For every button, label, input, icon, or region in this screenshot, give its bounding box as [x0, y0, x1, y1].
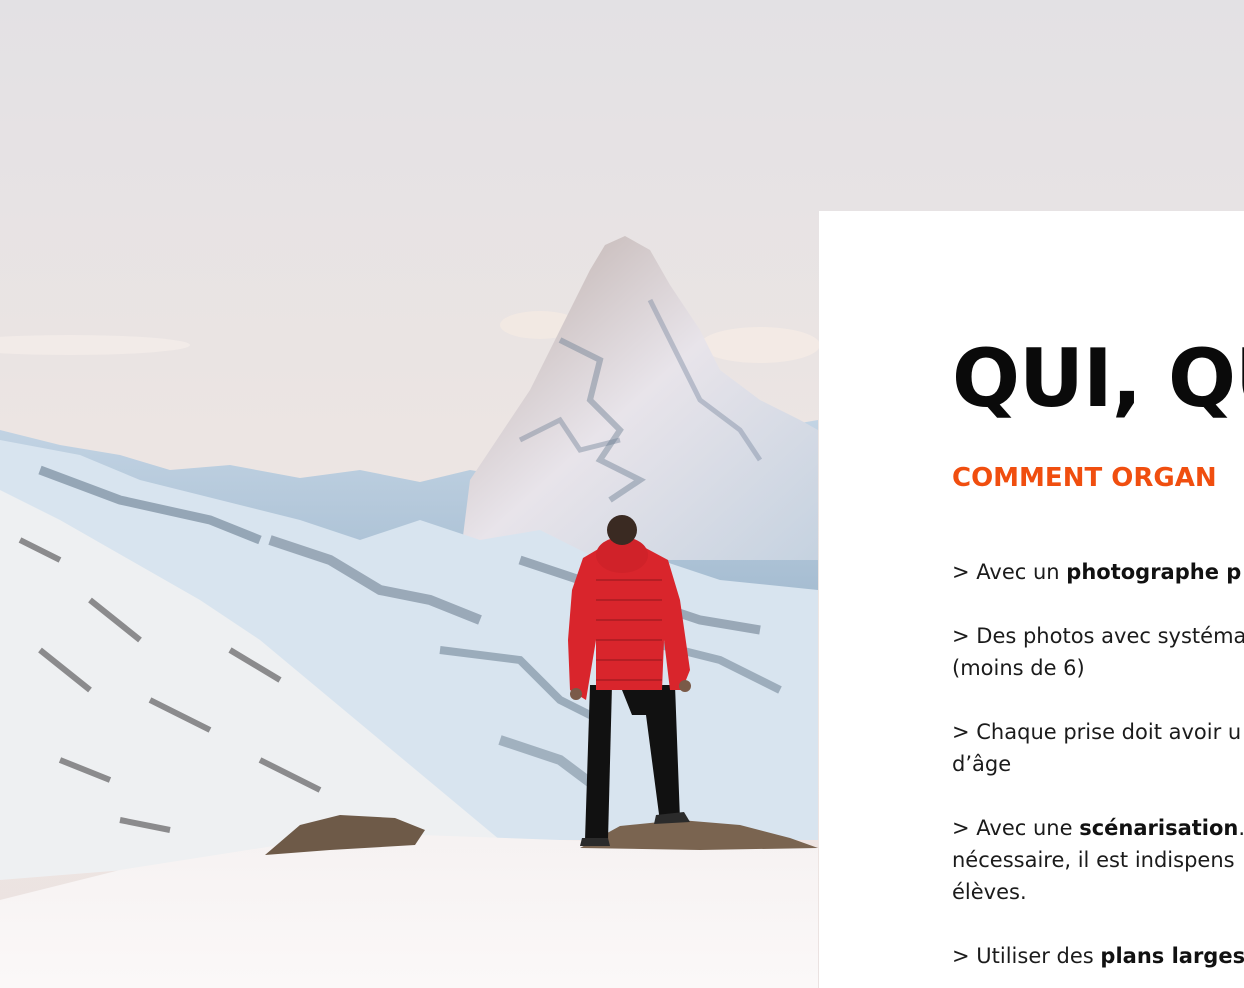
bullet-item: > Des photos avec systéma (moins de 6)	[952, 624, 1244, 680]
content-card: QUI, QU COMMENT ORGAN > Avec un photogra…	[819, 211, 1244, 988]
bullet-item: > Chaque prise doit avoir u d’âge	[952, 720, 1242, 776]
bullet-list: > Avec un photographe p > Des photos ave…	[952, 556, 1244, 988]
bullet-item: > Avec une scénarisation. nécessaire, il…	[952, 816, 1244, 904]
bullet-item: > Utiliser des plans larges	[952, 944, 1244, 968]
section-subtitle: COMMENT ORGAN	[952, 463, 1217, 493]
page-title: QUI, QU	[952, 332, 1244, 425]
bullet-item: > Avec un photographe p	[952, 560, 1242, 584]
